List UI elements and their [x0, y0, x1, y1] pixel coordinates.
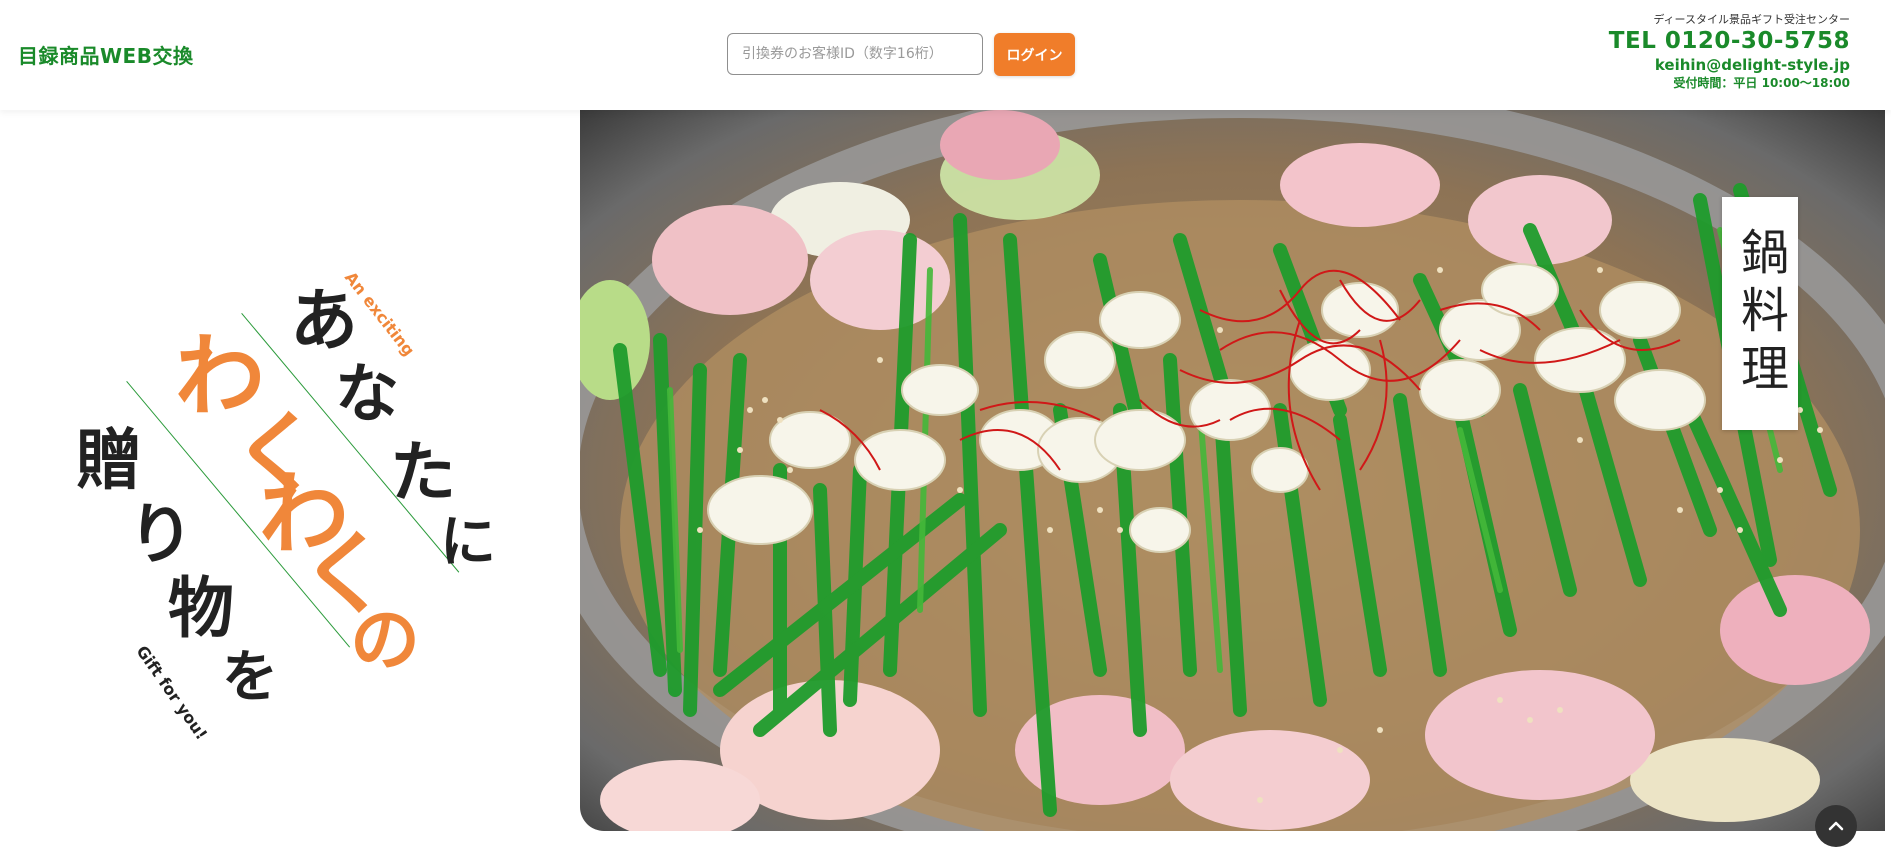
- contact-hours: 受付時間：平日 10:00〜18:00: [1673, 76, 1850, 90]
- contact-info: ディースタイル景品ギフト受注センター TEL 0120-30-5758 keih…: [1609, 13, 1850, 91]
- catch-english-bottom: Gift for you!: [132, 642, 212, 744]
- contact-email[interactable]: keihin@delight-style.jp: [1609, 55, 1850, 75]
- catch-char: あ: [290, 282, 359, 361]
- login-button[interactable]: ログイン: [994, 33, 1075, 76]
- contact-center-name: ディースタイル景品ギフト受注センター: [1653, 13, 1850, 26]
- cabbage-leaf: [580, 280, 650, 400]
- motsu-piece: [1425, 670, 1655, 800]
- motsu-piece: [652, 205, 808, 315]
- catch-char: 贈: [76, 422, 142, 499]
- chevron-up-icon: [1828, 821, 1844, 831]
- catch-char: を: [222, 645, 278, 710]
- motsu-piece: [940, 110, 1060, 180]
- hero-catch-copy: あ な た に わ く わ く の 贈 り 物 を An exciting Gi…: [0, 110, 580, 831]
- scroll-top-button[interactable]: [1815, 805, 1857, 847]
- hero-image: [580, 110, 1885, 831]
- catch-char: た: [390, 434, 456, 511]
- dish-title: 鍋料理: [1732, 226, 1788, 401]
- motsu-piece: [1170, 730, 1370, 830]
- customer-id-input[interactable]: [727, 33, 983, 75]
- catch-char: 物: [168, 570, 234, 647]
- catch-char: り: [128, 496, 194, 573]
- catch-char: の: [350, 599, 420, 681]
- catch-char: に: [440, 510, 496, 575]
- motsu-piece: [1720, 575, 1870, 685]
- motsu-piece: [1280, 143, 1440, 227]
- site-logo[interactable]: 目録商品WEB交換: [18, 40, 193, 69]
- dish-title-tag: 鍋料理: [1722, 197, 1798, 430]
- nabe-illustration: [580, 110, 1870, 831]
- site-header: 目録商品WEB交換 ログイン ディースタイル景品ギフト受注センター TEL 01…: [0, 0, 1891, 110]
- cabbage-leaf: [1630, 738, 1820, 822]
- catch-char: な: [335, 358, 399, 432]
- contact-tel[interactable]: TEL 0120-30-5758: [1609, 27, 1850, 55]
